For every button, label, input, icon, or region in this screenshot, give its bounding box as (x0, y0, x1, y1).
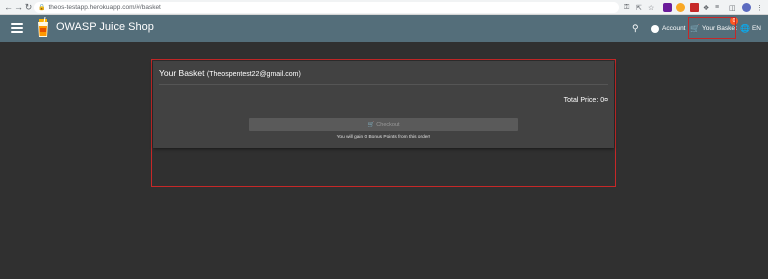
app-toolbar: OWASP Juice Shop ⚲ Account 🛒 Your Basket… (0, 15, 768, 42)
address-bar[interactable]: 🔒 theos-testapp.herokuapp.com/#/basket (34, 2, 619, 13)
lock-icon: 🔒 (38, 5, 46, 11)
basket-heading: Your Basket (Theospentest22@gmail.com) (159, 68, 301, 78)
bonus-points-text: You will gain 0 Bonus Points from this o… (336, 135, 431, 140)
app-title[interactable]: OWASP Juice Shop (56, 21, 154, 33)
share-icon[interactable]: ⇱ (636, 3, 642, 12)
account-label: Account (662, 25, 686, 32)
browser-chrome: ← → ↻ 🔒 theos-testapp.herokuapp.com/#/ba… (0, 0, 768, 15)
language-button[interactable]: 🌐 EN (740, 15, 761, 42)
media-icon[interactable]: ≡ (715, 3, 719, 12)
extension-icon[interactable] (663, 3, 672, 12)
account-button[interactable]: Account (651, 15, 686, 42)
checkout-button[interactable]: 🛒 Checkout (249, 118, 518, 131)
user-email: (Theospentest22@gmail.com) (206, 71, 301, 78)
reload-icon[interactable]: ↻ (23, 1, 34, 14)
juice-shop-logo[interactable] (36, 17, 50, 39)
checkout-label: Checkout (376, 121, 400, 128)
more-vert-icon[interactable]: ⋮ (756, 3, 763, 12)
language-label: EN (751, 25, 761, 32)
basket-title: Your Basket (159, 68, 205, 78)
extension-icon[interactable] (690, 3, 699, 12)
key-icon[interactable]: ⚿ (624, 3, 629, 12)
profile-avatar[interactable] (742, 3, 751, 12)
star-icon[interactable]: ☆ (648, 3, 654, 12)
puzzle-icon[interactable]: ❖ (703, 3, 709, 12)
total-price: Total Price: 0¤ (563, 97, 608, 104)
basket-card: Your Basket (Theospentest22@gmail.com) T… (153, 61, 614, 148)
basket-highlight-box (688, 17, 736, 39)
sidebar-icon[interactable]: ◫ (729, 3, 736, 12)
url-text: theos-testapp.herokuapp.com/#/basket (48, 4, 161, 11)
globe-icon: 🌐 (740, 24, 750, 33)
account-circle-icon (651, 24, 659, 33)
menu-icon[interactable] (10, 22, 24, 34)
card-divider (159, 84, 608, 85)
search-icon[interactable]: ⚲ (632, 15, 639, 42)
cart-icon: 🛒 (367, 121, 375, 128)
extension-icon[interactable] (676, 3, 685, 12)
